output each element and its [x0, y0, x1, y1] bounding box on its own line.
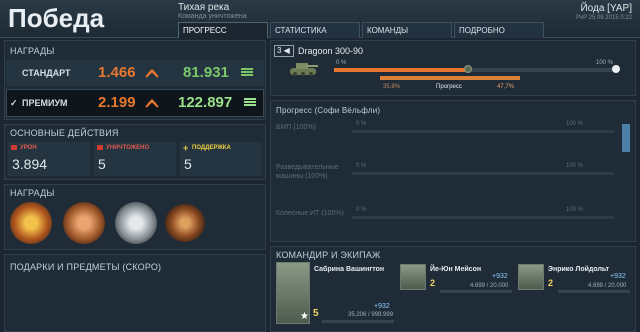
damage-icon [11, 145, 17, 150]
vehicle-progress-goal-icon [612, 65, 620, 73]
xp-chevron-icon [145, 98, 159, 108]
commander-level: 5 [313, 308, 319, 319]
progress-gain-bar [380, 76, 520, 80]
destroyed-label: УНИЧТОЖЕНО [106, 145, 150, 151]
medal-bronze-eagle-icon[interactable] [63, 202, 105, 244]
research-row-label: Колесные ИТ (100%) [276, 210, 344, 217]
research-scrollbar[interactable] [622, 124, 630, 152]
crew-member-xp-track [440, 290, 512, 293]
premium-credits: 122.897 [178, 94, 233, 111]
commander-xp-gain: +932 [374, 303, 390, 310]
commander-xp-progress: 35.206 / 999.999 [348, 312, 394, 318]
support-value: 5 [184, 156, 192, 172]
crew-member-level: 2 [548, 278, 554, 288]
page-title: Победа [8, 3, 105, 33]
vehicle-progress-marker [464, 65, 472, 73]
player-name: Йода [YAP] [580, 3, 632, 14]
research-row-start: 0 % [356, 121, 367, 127]
commander-name: Сабрина Вашингтон [314, 266, 385, 273]
crew-member-portrait[interactable] [400, 264, 426, 290]
actions-heading: ОСНОВНЫЕ ДЕЙСТВИЯ [10, 128, 119, 138]
battle-date: PvP 25.09.2015 0:22 [576, 15, 632, 21]
previous-progress-pct: 35,8% [383, 84, 401, 90]
tab-details[interactable]: ПОДРОБНО [454, 22, 544, 38]
gifts-heading: ПОДАРКИ И ПРЕДМЕТЫ (СКОРО) [10, 262, 162, 272]
research-heading: Прогресс (Софи Вёльфли) [276, 106, 381, 115]
vehicle-progress-start: 0 % [336, 60, 347, 66]
xp-chevron-icon [145, 68, 159, 78]
support-plus-icon: + [183, 143, 189, 153]
tab-teams[interactable]: КОМАНДЫ [362, 22, 452, 38]
premium-label: ПРЕМИУМ [22, 98, 68, 108]
vehicle-progress-end: 100 % [596, 60, 614, 66]
vehicle-progress-fill [334, 68, 468, 72]
damage-value: 3.894 [12, 156, 48, 172]
damage-label: УРОН [20, 145, 37, 151]
crew-member-xp-progress: 4.699 / 20.000 [588, 283, 627, 289]
crew-member-xp-gain: +932 [610, 273, 626, 280]
standard-credits: 81.931 [183, 64, 229, 81]
premium-xp: 2.199 [98, 94, 136, 111]
research-row-start: 0 % [356, 207, 367, 213]
medal-bronze-wings-icon[interactable] [165, 204, 205, 242]
commander-star-icon: ★ [300, 311, 309, 322]
crew-member-xp-progress: 4.699 / 20.000 [470, 283, 509, 289]
medal-silver-star-icon[interactable] [115, 202, 157, 244]
medal-gold-icon[interactable] [10, 202, 52, 244]
vehicle-tier-badge: 3 ◀ [274, 45, 294, 57]
map-name: Тихая река [178, 2, 230, 13]
research-row-bar [352, 172, 614, 175]
research-row-bar [352, 216, 614, 219]
destroyed-icon [97, 145, 103, 150]
destroyed-value: 5 [98, 156, 106, 172]
research-row-start: 0 % [356, 163, 367, 169]
progress-label: Прогресс [436, 84, 462, 90]
crew-member-xp-gain: +932 [492, 273, 508, 280]
commander-xp-track [322, 320, 394, 323]
rewards-heading: НАГРАДЫ [10, 46, 55, 56]
crew-member-name: Йе-Юн Мейсон [430, 266, 482, 273]
research-row-end: 100 % [566, 207, 584, 213]
premium-check-icon: ✓ [10, 98, 18, 108]
crew-member-name: Энрико Лойдольт [548, 266, 610, 273]
medals-heading: НАГРАДЫ [10, 188, 55, 198]
crew-member-xp-track [558, 290, 630, 293]
credits-stack-icon [241, 68, 253, 76]
research-row-label: Разведывательные машины (100%) [276, 164, 339, 180]
crew-member-level: 2 [430, 278, 436, 288]
tab-statistics[interactable]: СТАТИСТИКА [270, 22, 360, 38]
research-row-bar [352, 130, 614, 133]
tab-progress[interactable]: ПРОГРЕСС [178, 22, 268, 38]
research-row-end: 100 % [566, 163, 584, 169]
standard-xp: 1.466 [98, 64, 136, 81]
vehicle-name: Dragoon 300-90 [298, 46, 364, 56]
crew-member-portrait[interactable] [518, 264, 544, 290]
crew-heading: КОМАНДИР И ЭКИПАЖ [276, 250, 381, 260]
battle-result-note: Команда уничтожена [178, 13, 247, 20]
standard-label: СТАНДАРТ [22, 68, 71, 78]
research-row-end: 100 % [566, 121, 584, 127]
credits-stack-icon [244, 98, 256, 106]
support-label: ПОДДЕРЖКА [192, 145, 231, 151]
research-row-label: БМП (100%) [276, 124, 316, 131]
tank-icon [290, 63, 318, 76]
new-progress-pct: 47,7% [497, 84, 515, 90]
